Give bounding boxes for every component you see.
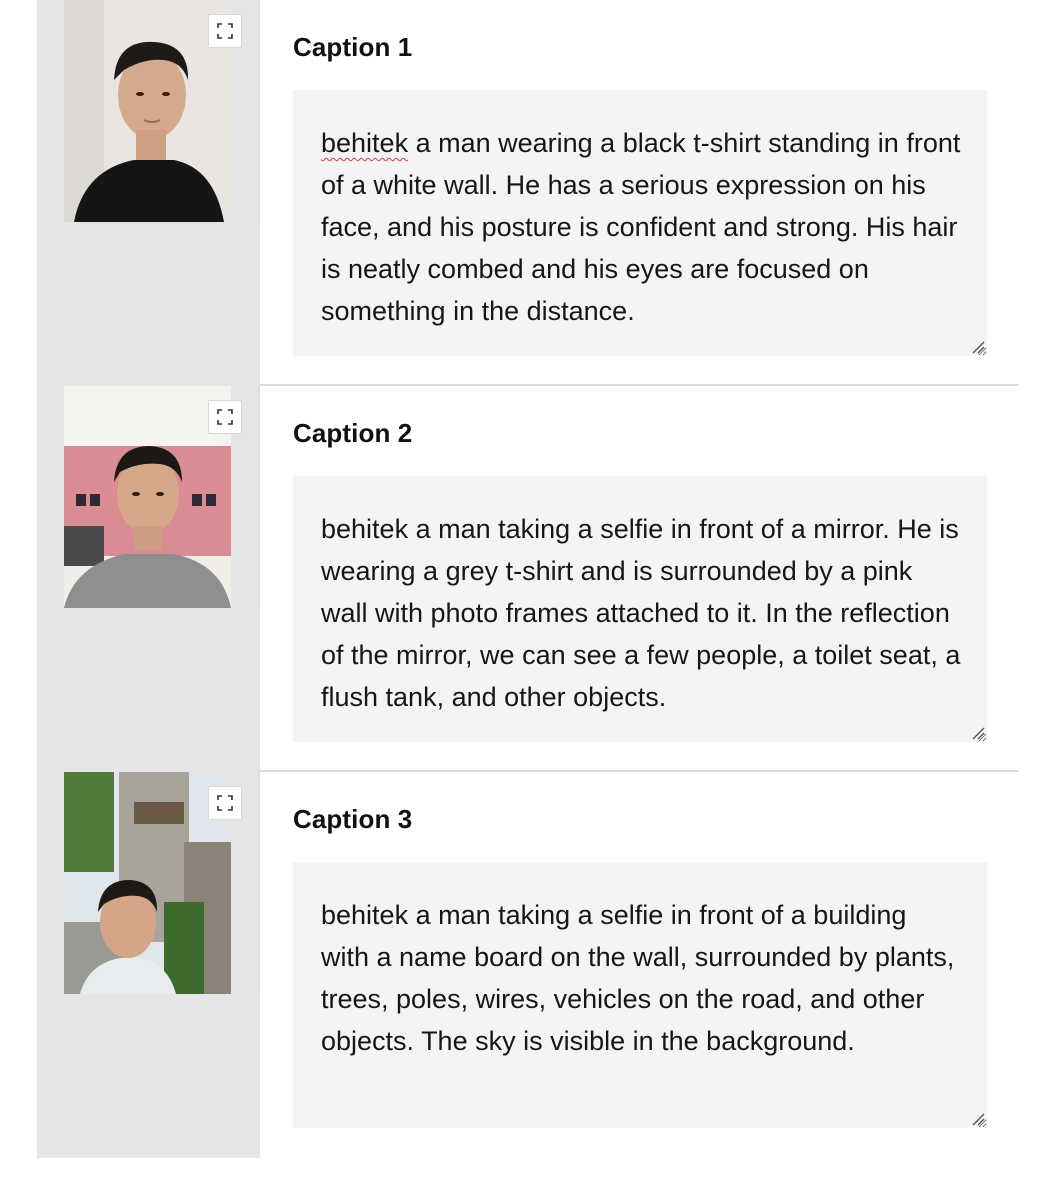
selfie-photo-icon[interactable] (64, 386, 231, 608)
caption-textarea[interactable]: behitek a man wearing a black t-shirt st… (293, 90, 987, 356)
caption-textarea[interactable]: behitek a man taking a selfie in front o… (293, 476, 987, 742)
expand-icon[interactable] (208, 14, 242, 48)
expand-icon[interactable] (208, 786, 242, 820)
expand-icon[interactable] (208, 400, 242, 434)
caption-list: Caption 1 behitek a man wearing a black … (37, 0, 1019, 1158)
caption-first-word: behitek (321, 128, 409, 158)
caption-body: a man taking a selfie in front of a mirr… (321, 514, 968, 712)
caption-title: Caption 3 (293, 804, 413, 834)
outdoor-selfie-photo-icon[interactable] (64, 772, 231, 994)
caption-row: Caption 2 behitek a man taking a selfie … (37, 386, 1019, 772)
resize-grip-icon[interactable] (971, 1112, 985, 1126)
resize-grip-icon[interactable] (971, 726, 985, 740)
caption-title: Caption 2 (293, 418, 413, 448)
thumbnail-column (37, 0, 260, 386)
thumbnail-background (37, 994, 260, 1158)
thumbnail-column (37, 386, 260, 772)
thumbnail-background (37, 222, 260, 386)
caption-body: a man wearing a black t-shirt standing i… (321, 128, 968, 326)
portrait-photo-icon[interactable] (64, 0, 231, 222)
caption-first-word: behitek (321, 514, 409, 544)
caption-body: a man taking a selfie in front of a buil… (321, 900, 962, 1056)
thumbnail-background (37, 608, 260, 772)
caption-row: Caption 3 behitek a man taking a selfie … (37, 772, 1019, 1158)
caption-row: Caption 1 behitek a man wearing a black … (37, 0, 1019, 386)
caption-textarea[interactable]: behitek a man taking a selfie in front o… (293, 862, 987, 1128)
caption-first-word: behitek (321, 900, 409, 930)
caption-title: Caption 1 (293, 32, 413, 62)
thumbnail-column (37, 772, 260, 1158)
resize-grip-icon[interactable] (971, 340, 985, 354)
